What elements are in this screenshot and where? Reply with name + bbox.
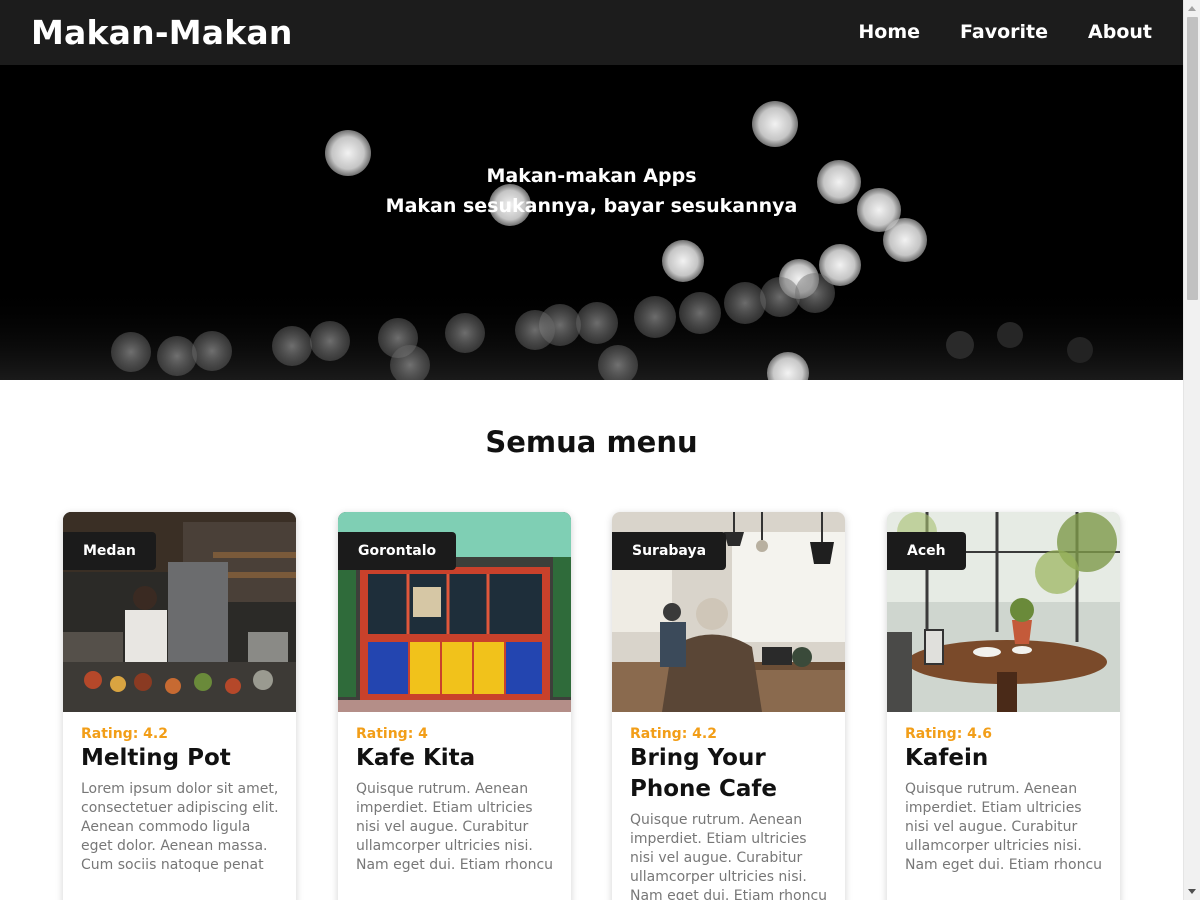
hero-title: Makan-makan Apps	[486, 165, 697, 187]
section-title: Semua menu	[485, 425, 698, 459]
top-navbar: Makan-Makan Home Favorite About	[0, 0, 1183, 65]
scroll-up-arrow-icon[interactable]	[1184, 0, 1200, 17]
city-badge: Medan	[63, 532, 156, 570]
restaurant-description: Quisque rutrum. Aenean imperdiet. Etiam …	[905, 781, 1103, 873]
scroll-down-arrow-icon[interactable]	[1184, 883, 1200, 900]
card-body: Rating: 4.6 Kafein Quisque rutrum. Aenea…	[905, 726, 1105, 875]
rating-text: Rating: 4.2	[81, 726, 168, 742]
restaurant-name[interactable]: Bring Your Phone Cafe	[630, 743, 830, 805]
restaurant-description: Lorem ipsum dolor sit amet, consectetuer…	[81, 781, 279, 873]
restaurant-card[interactable]: Aceh Rating: 4.6 Kafein Quisque rutrum. …	[887, 512, 1120, 900]
hero-text: Makan-makan Apps Makan sesukannya, bayar…	[0, 161, 1183, 221]
nav-home-link[interactable]: Home	[858, 21, 920, 43]
app-page: Makan-Makan Home Favorite About Makan-ma…	[0, 0, 1183, 900]
restaurant-name[interactable]: Melting Pot	[81, 743, 281, 774]
card-body: Rating: 4 Kafe Kita Quisque rutrum. Aene…	[356, 726, 556, 875]
nav-favorite-link[interactable]: Favorite	[960, 21, 1048, 43]
rating-text: Rating: 4.2	[630, 726, 717, 742]
nav-about-link[interactable]: About	[1088, 21, 1152, 43]
restaurant-description: Quisque rutrum. Aenean imperdiet. Etiam …	[356, 781, 554, 873]
restaurant-name[interactable]: Kafein	[905, 743, 1105, 774]
main-nav: Home Favorite About	[858, 21, 1152, 43]
restaurant-card[interactable]: Medan Rating: 4.2 Melting Pot Lorem ipsu…	[63, 512, 296, 900]
scrollbar-thumb[interactable]	[1187, 17, 1198, 300]
rating-text: Rating: 4.6	[905, 726, 992, 742]
restaurant-description: Quisque rutrum. Aenean imperdiet. Etiam …	[630, 812, 828, 900]
card-body: Rating: 4.2 Bring Your Phone Cafe Quisqu…	[630, 726, 830, 900]
city-badge: Aceh	[887, 532, 966, 570]
city-badge: Gorontalo	[338, 532, 457, 570]
city-badge: Surabaya	[612, 532, 727, 570]
restaurant-card[interactable]: Gorontalo Rating: 4 Kafe Kita Quisque ru…	[338, 512, 571, 900]
hero-tagline: Makan sesukannya, bayar sesukannya	[385, 195, 798, 217]
hero-bokeh-image	[0, 101, 1183, 380]
brand-logo[interactable]: Makan-Makan	[31, 13, 293, 52]
vertical-scrollbar[interactable]	[1183, 0, 1200, 900]
restaurant-card[interactable]: Surabaya Rating: 4.2 Bring Your Phone Ca…	[612, 512, 845, 900]
rating-text: Rating: 4	[356, 726, 428, 742]
restaurant-name[interactable]: Kafe Kita	[356, 743, 556, 774]
hero-banner: Makan-makan Apps Makan sesukannya, bayar…	[0, 65, 1183, 380]
card-body: Rating: 4.2 Melting Pot Lorem ipsum dolo…	[81, 726, 281, 875]
